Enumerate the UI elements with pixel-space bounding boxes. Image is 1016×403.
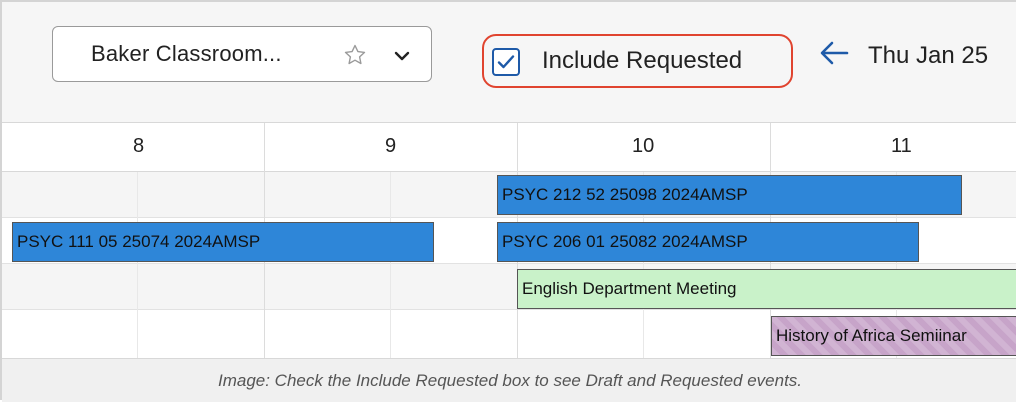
hour-label: 11 — [891, 135, 912, 157]
hour-label: 10 — [632, 135, 655, 157]
include-requested-highlight: Include Requested — [482, 34, 793, 88]
include-requested-label[interactable]: Include Requested — [542, 47, 742, 75]
chevron-down-icon[interactable] — [391, 45, 413, 67]
include-requested-checkbox[interactable] — [492, 48, 520, 76]
event-block[interactable]: English Department Meeting — [517, 269, 1016, 309]
hour-header: 8 9 10 11 — [2, 123, 1016, 172]
hour-label: 9 — [385, 135, 397, 157]
star-outline-icon[interactable] — [343, 43, 367, 67]
location-select-label: Baker Classroom... — [91, 41, 282, 66]
hour-label: 8 — [133, 135, 145, 157]
event-block[interactable]: PSYC 206 01 25082 2024AMSP — [497, 222, 919, 262]
event-block[interactable]: PSYC 111 05 25074 2024AMSP — [12, 222, 434, 262]
toolbar: Baker Classroom... Include Requested Thu… — [2, 2, 1016, 123]
calendar-frame: Baker Classroom... Include Requested Thu… — [0, 0, 1016, 402]
current-date[interactable]: Thu Jan 25 — [868, 42, 988, 70]
location-select[interactable]: Baker Classroom... — [52, 26, 432, 82]
image-caption: Image: Check the Include Requested box t… — [2, 358, 1016, 402]
half-hour-divider — [390, 172, 391, 358]
half-hour-divider — [137, 172, 138, 358]
event-block[interactable]: History of Africa Semiinar — [771, 316, 1016, 356]
event-block[interactable]: PSYC 212 52 25098 2024AMSP — [497, 175, 962, 215]
arrow-left-icon[interactable] — [817, 38, 851, 68]
